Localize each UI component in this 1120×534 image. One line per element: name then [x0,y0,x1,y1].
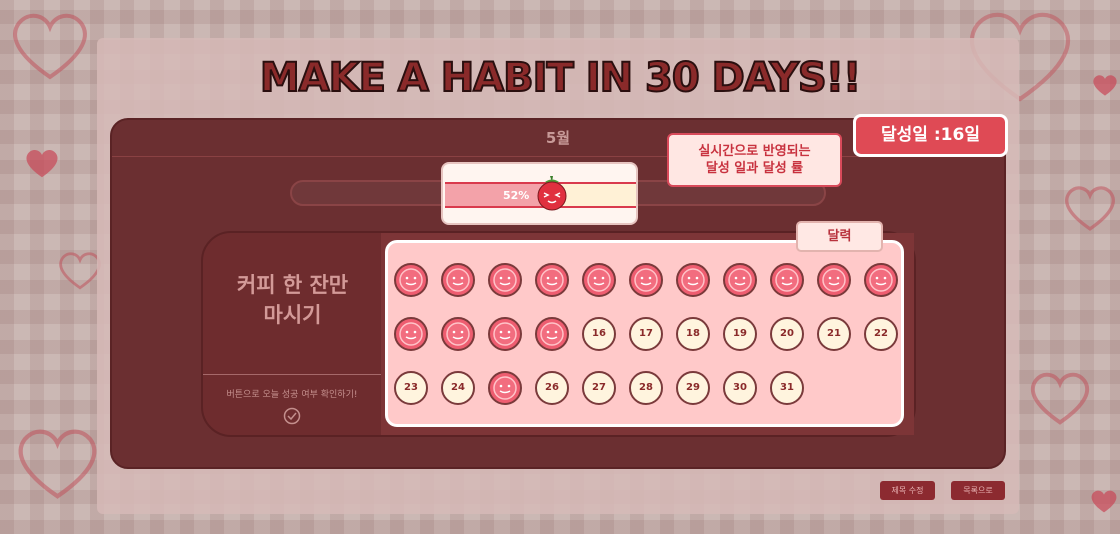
calendar-day-11[interactable] [864,263,898,297]
calendar-day-13[interactable] [441,317,475,351]
heart-decoration-icon [1030,372,1090,425]
calendar-day-4[interactable] [535,263,569,297]
habit-name-line-2: 마시기 [263,303,322,327]
heart-decoration-icon [1091,490,1117,513]
calendar-day-23[interactable]: 23 [394,371,428,405]
progress-fill [445,184,545,206]
calendar-day-22[interactable]: 22 [864,317,898,351]
check-circle-icon[interactable] [283,407,301,425]
check-instruction: 버튼으로 오늘 성공 여부 확인하기! [226,390,358,400]
edit-title-button[interactable]: 제목 수정 [880,481,935,500]
smile-face-icon [869,268,893,292]
calendar-day-19[interactable]: 19 [723,317,757,351]
calendar-day-18[interactable]: 18 [676,317,710,351]
calendar-day-6[interactable] [629,263,663,297]
smile-face-icon [493,268,517,292]
smile-face-icon [399,268,423,292]
calendar-day-20[interactable]: 20 [770,317,804,351]
heart-decoration-icon [26,150,58,178]
calendar-day-12[interactable] [394,317,428,351]
smile-face-icon [634,268,658,292]
smile-face-icon [681,268,705,292]
calendar-day-14[interactable] [488,317,522,351]
calendar-day-21[interactable]: 21 [817,317,851,351]
smile-face-icon [587,268,611,292]
smile-face-icon [540,268,564,292]
calendar-day-17[interactable]: 17 [629,317,663,351]
calendar-day-28[interactable]: 28 [629,371,663,405]
smile-face-icon [775,268,799,292]
realtime-callout: 실시간으로 반영되는 달성 일과 달성 률 [667,133,842,187]
achieved-days-badge: 달성일 :16일 [853,114,1008,157]
habit-name-line-1: 커피 한 잔만 [236,273,349,297]
calendar-tab[interactable]: 달력 [796,221,883,252]
habit-name: 커피 한 잔만 마시기 [210,270,375,330]
calendar: 16 17 18 19 20 21 22 23 24 26 27 28 29 30 31 [385,240,904,427]
callout-line-1: 실시간으로 반영되는 [698,144,811,159]
smile-face-icon [540,322,564,346]
calendar-day-7[interactable] [676,263,710,297]
smile-face-icon [399,322,423,346]
heart-decoration-icon [18,429,97,499]
divider [203,374,381,375]
calendar-day-30[interactable]: 30 [723,371,757,405]
progress-popup: 52% [441,162,638,225]
calendar-day-16[interactable]: 16 [582,317,616,351]
smile-face-icon [493,376,517,400]
calendar-day-26[interactable]: 26 [535,371,569,405]
calendar-day-29[interactable]: 29 [676,371,710,405]
back-to-list-button[interactable]: 목록으로 [951,481,1005,500]
calendar-day-31[interactable]: 31 [770,371,804,405]
smile-face-icon [728,268,752,292]
smile-face-icon [822,268,846,292]
calendar-day-5[interactable] [582,263,616,297]
calendar-day-2[interactable] [441,263,475,297]
smile-face-icon [493,322,517,346]
calendar-day-8[interactable] [723,263,757,297]
calendar-day-27[interactable]: 27 [582,371,616,405]
calendar-day-9[interactable] [770,263,804,297]
page-title: MAKE A HABIT IN 30 DAYS!! [259,54,862,102]
progress-percent: 52% [503,189,530,202]
calendar-day-1[interactable] [394,263,428,297]
calendar-day-25[interactable] [488,371,522,405]
heart-decoration-icon [1065,186,1115,231]
calendar-day-10[interactable] [817,263,851,297]
smile-face-icon [446,268,470,292]
calendar-day-3[interactable] [488,263,522,297]
calendar-day-15[interactable] [535,317,569,351]
tomato-mascot-icon [537,176,567,211]
calendar-day-24[interactable]: 24 [441,371,475,405]
callout-line-2: 달성 일과 달성 률 [705,161,804,176]
smile-face-icon [446,322,470,346]
